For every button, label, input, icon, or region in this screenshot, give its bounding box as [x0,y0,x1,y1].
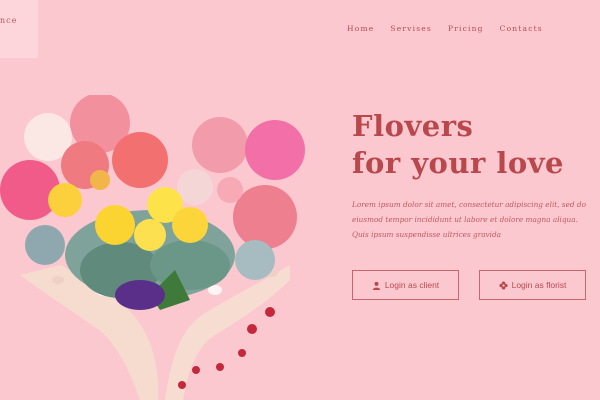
logo-text: nce [0,16,18,25]
login-as-client-button[interactable]: Login as client [352,270,459,300]
hero-description: Lorem ipsum dolor sit amet, consectetur … [352,200,586,239]
login-as-florist-button[interactable]: Login as florist [479,270,586,300]
nav-servises[interactable]: Servises [390,24,432,33]
flower-heart-hands-image [0,95,305,400]
hero-title-line-1: Flovers [352,109,474,143]
login-as-client-label: Login as client [384,280,440,290]
hero-title-line-2: for your love [352,146,565,180]
logo-box[interactable]: nce [0,0,38,58]
main-nav: Home Servises Pricing Contacts [347,24,559,33]
hero-title: Flovers for your love [352,108,564,182]
flower-icon [499,280,508,290]
nav-contacts[interactable]: Contacts [500,24,543,33]
login-as-florist-label: Login as florist [511,280,567,290]
nav-pricing[interactable]: Pricing [448,24,484,33]
nav-home[interactable]: Home [347,24,374,33]
user-icon [372,281,380,290]
